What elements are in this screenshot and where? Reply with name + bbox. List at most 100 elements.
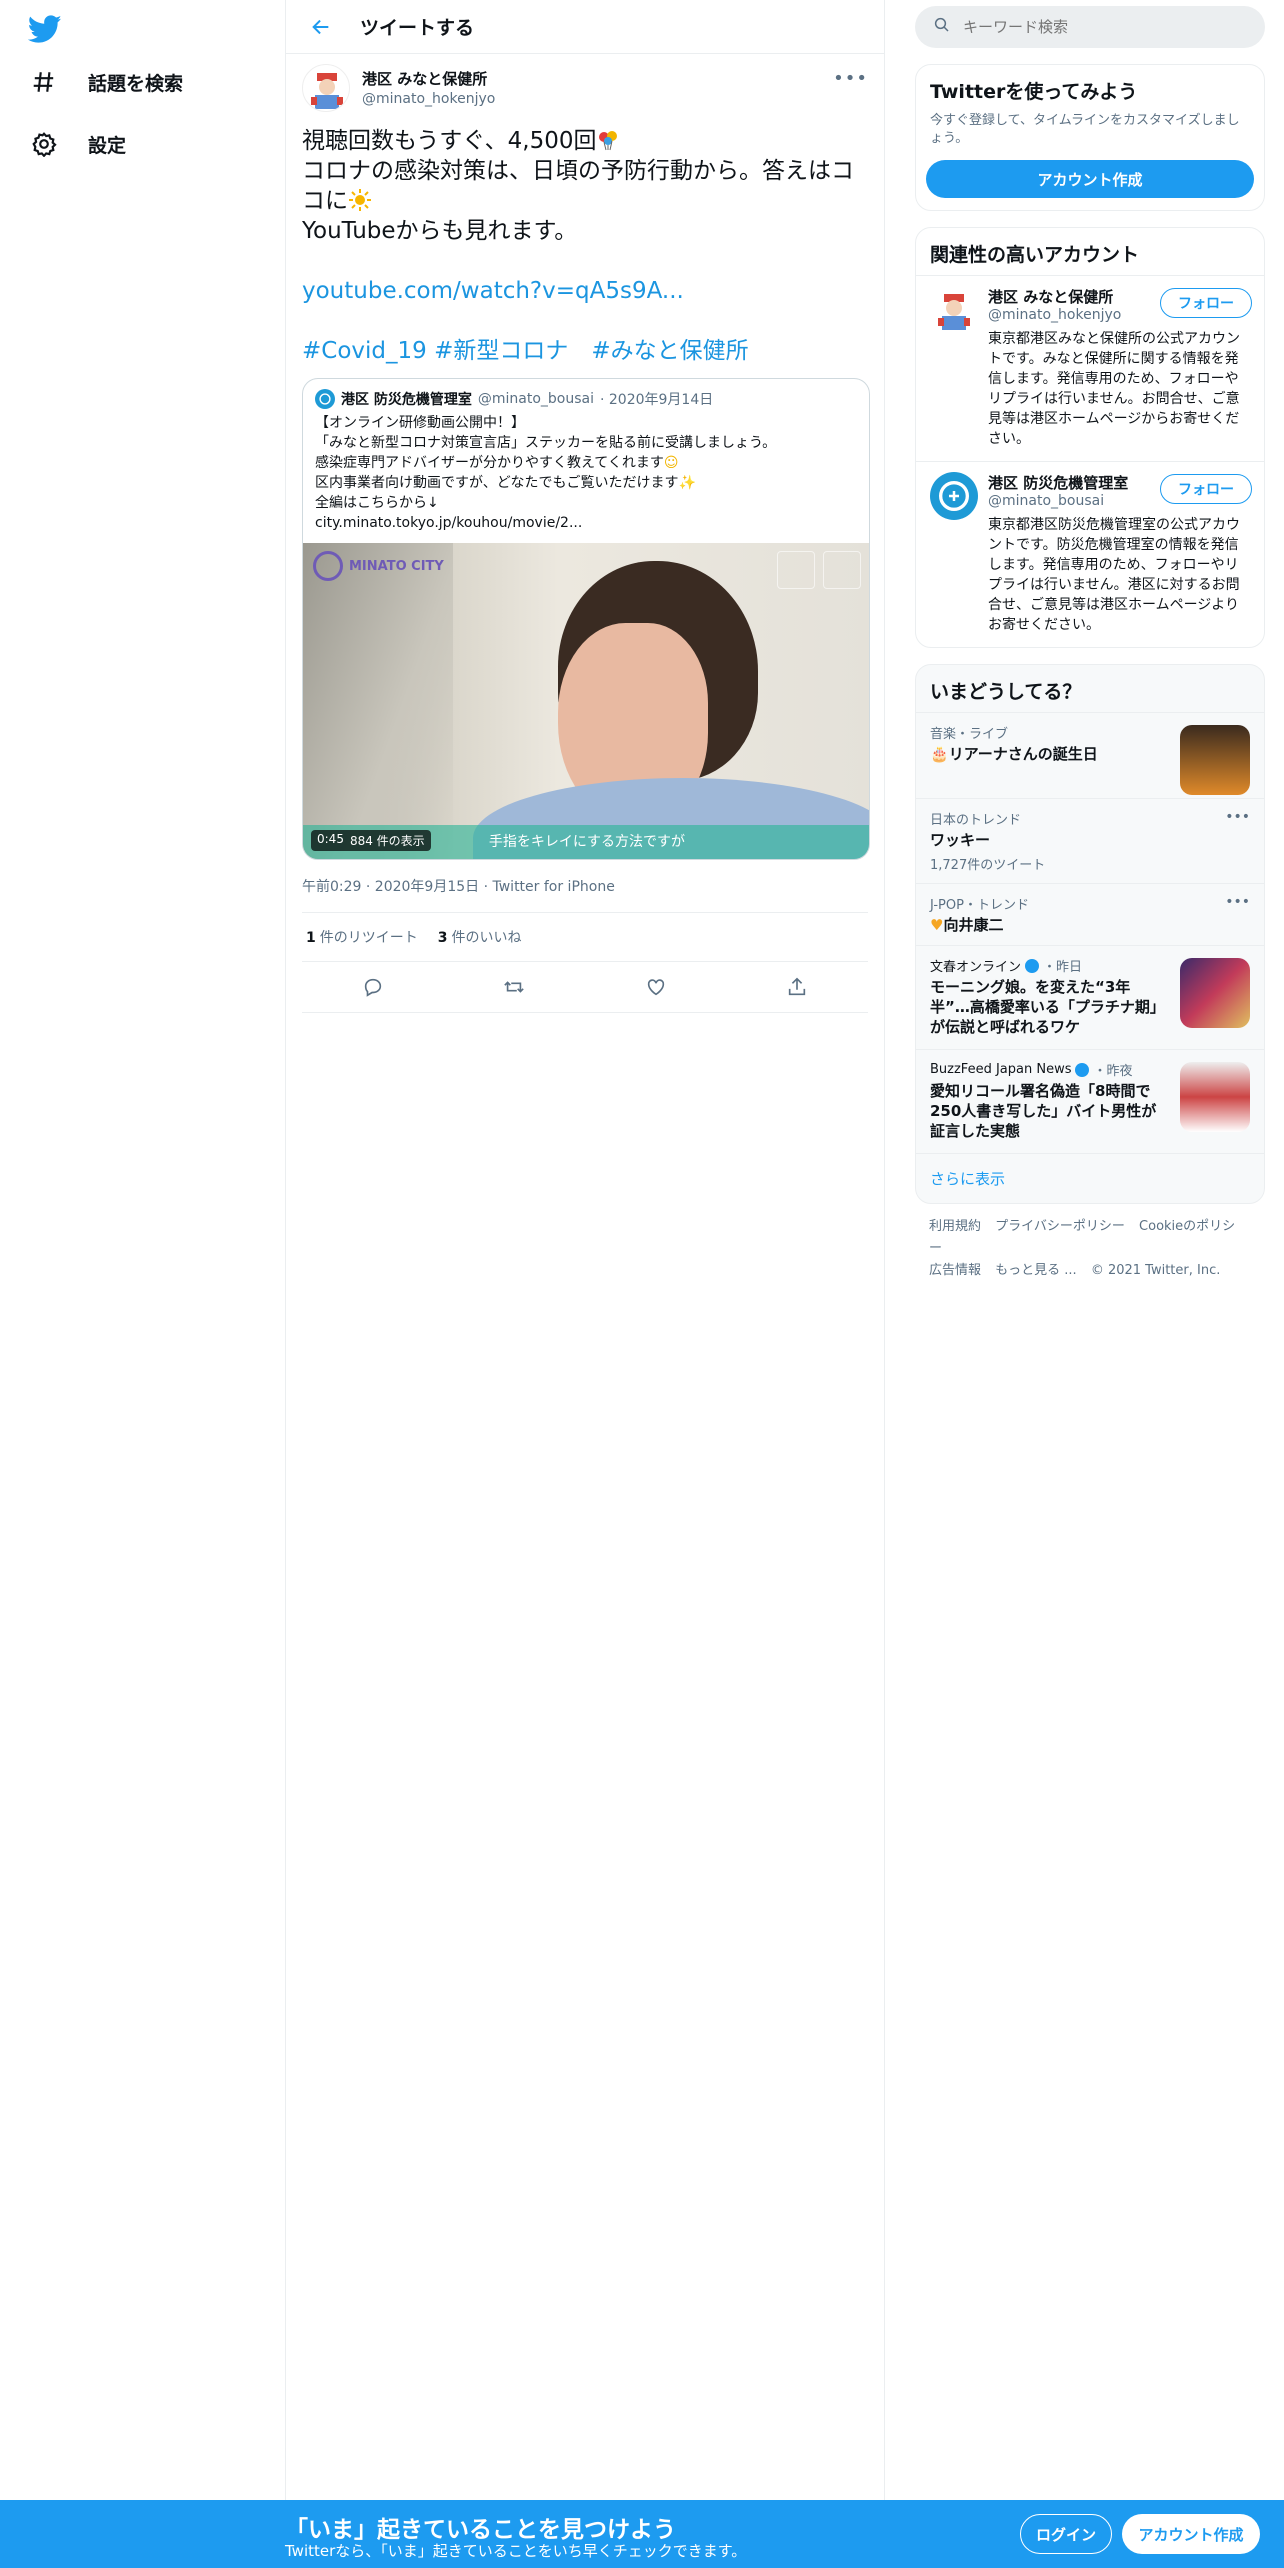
- follow-button[interactable]: フォロー: [1160, 288, 1252, 318]
- retweet-icon[interactable]: [496, 972, 532, 1002]
- login-button[interactable]: ログイン: [1020, 2514, 1112, 2554]
- balloon-emoji-icon: [596, 128, 620, 152]
- avatar[interactable]: [930, 472, 978, 520]
- footer-link[interactable]: 広告情報: [929, 1263, 981, 1278]
- news-source-name: BuzzFeed Japan News: [930, 1062, 1072, 1077]
- author-name[interactable]: 港区 みなと保健所: [362, 68, 495, 89]
- avatar[interactable]: [930, 286, 978, 334]
- trend-item[interactable]: 日本のトレンド ワッキー 1,727件のツイート •••: [916, 798, 1264, 883]
- signup-button[interactable]: アカウント作成: [1122, 2514, 1260, 2554]
- create-account-button[interactable]: アカウント作成: [926, 160, 1254, 198]
- video-player[interactable]: MINATO CITY 手指をキレイにする方法ですが 0:45 884 件の表示: [303, 543, 869, 859]
- hashtag-icon: [28, 66, 60, 98]
- like-stat[interactable]: 3 件のいいね: [438, 927, 522, 947]
- like-label: 件のいいね: [451, 930, 522, 946]
- youtube-link[interactable]: youtube.com/watch?v=qA5s9A...: [302, 276, 868, 306]
- quoted-tweet[interactable]: 港区 防災危機管理室 @minato_bousai · 2020年9月14日 【…: [302, 378, 870, 860]
- trend-category: 日本のトレンド: [930, 813, 1022, 828]
- back-arrow-icon[interactable]: [306, 12, 336, 42]
- heart-emoji-icon: ♥: [930, 916, 944, 934]
- cake-emoji-icon: 🎂: [930, 745, 949, 763]
- left-nav: 話題を検索 設定: [0, 0, 285, 2568]
- footer-link[interactable]: プライバシーポリシー: [995, 1219, 1125, 1234]
- hashtags[interactable]: #Covid_19 #新型コロナ #みなと保健所: [302, 336, 868, 366]
- trend-item[interactable]: 音楽・ライブ 🎂リアーナさんの誕生日: [916, 712, 1264, 798]
- news-source-name: 文春オンライン: [930, 960, 1022, 975]
- more-options-icon[interactable]: •••: [1225, 809, 1250, 825]
- retweet-label: 件のリツイート: [319, 930, 418, 946]
- trend-title: モーニング娘。を変えた“3年半”…高橋愛率いる「プラチナ期」が伝説と呼ばれるワケ: [930, 978, 1158, 1036]
- video-duration-badge: 0:45 884 件の表示: [311, 830, 431, 851]
- search-input[interactable]: [963, 18, 1223, 36]
- tweet-timestamp[interactable]: 午前0:29 · 2020年9月15日 · Twitter for iPhone: [302, 876, 868, 913]
- reply-icon[interactable]: [355, 972, 391, 1002]
- tweet-line: コロナの感染対策は、日頃の予防行動から。答えはコ: [302, 158, 854, 184]
- trends-panel: いまどうしてる？ 音楽・ライブ 🎂リアーナさんの誕生日 日本のトレンド ワッキー…: [915, 664, 1265, 1204]
- like-icon[interactable]: [638, 972, 674, 1002]
- news-time: ・昨日: [1043, 960, 1083, 975]
- share-icon[interactable]: [779, 972, 815, 1002]
- trends-title: いまどうしてる？: [930, 681, 1082, 703]
- avatar[interactable]: [302, 64, 350, 112]
- quote-date: · 2020年9月14日: [600, 392, 714, 408]
- search-box[interactable]: [915, 6, 1265, 48]
- show-more-link[interactable]: さらに表示: [916, 1153, 1264, 1203]
- trend-item[interactable]: BuzzFeed Japan News ・昨夜 愛知リコール署名偽造「8時間で25…: [916, 1049, 1264, 1153]
- signup-description: 今すぐ登録して、タイムラインをカスタマイズしましょう。: [930, 113, 1240, 146]
- smile-emoji-icon: ☺: [663, 455, 679, 471]
- quote-line: 「みなと新型コロナ対策宣言店」ステッカーを貼る前に受講しましょう。: [315, 435, 777, 451]
- quote-line: 感染症専門アドバイザーが分かりやすく教えてくれます☺: [315, 453, 857, 473]
- nav-settings[interactable]: 設定: [28, 128, 126, 160]
- like-count: 3: [437, 930, 448, 946]
- quote-text: 【オンライン研修動画公開中！】 「みなと新型コロナ対策宣言店」ステッカーを貼る前…: [303, 409, 869, 543]
- account-bio: 東京都港区防災危機管理室の公式アカウントです。防災危機管理室の情報を発信します。…: [988, 517, 1240, 633]
- trend-title: ワッキー: [930, 831, 991, 849]
- tweet-actions: [302, 962, 868, 1013]
- footer-link[interactable]: もっと見る ...: [995, 1263, 1077, 1278]
- quote-line: city.minato.tokyo.jp/kouhou/movie/2...: [315, 515, 583, 531]
- related-accounts-panel: 関連性の高いアカウント 港区 みなと保健所 @minato_hokenjyo 東…: [915, 227, 1265, 648]
- footer-link[interactable]: 利用規約: [929, 1219, 981, 1234]
- related-title: 関連性の高いアカウント: [930, 244, 1140, 266]
- trend-item[interactable]: J-POP・トレンド ♥向井康二 •••: [916, 883, 1264, 945]
- banner-title: 「いま」起きていることを見つけよう: [285, 2517, 676, 2543]
- copyright: © 2021 Twitter, Inc.: [1090, 1263, 1221, 1278]
- footer-links: 利用規約 プライバシーポリシー Cookieのポリシー 広告情報 もっと見る .…: [915, 1204, 1265, 1294]
- twitter-logo-icon[interactable]: [27, 12, 62, 46]
- trend-item[interactable]: 文春オンライン ・昨日 モーニング娘。を変えた“3年半”…高橋愛率いる「プラチナ期…: [916, 945, 1264, 1049]
- tweet-line: 視聴回数もうすぐ、4,500回: [302, 126, 868, 156]
- verified-badge-icon: [1025, 958, 1040, 973]
- tweet-line: YouTubeからも見れます。: [302, 218, 578, 244]
- verified-badge-icon: [1075, 1062, 1090, 1077]
- signup-banner: 「いま」起きていることを見つけよう Twitterなら、「いま」起きていることを…: [0, 2500, 1284, 2568]
- more-options-icon[interactable]: •••: [1225, 894, 1250, 910]
- hand-icon: [777, 551, 815, 589]
- signup-title: Twitterを使ってみよう: [930, 81, 1138, 103]
- quote-line: 区内事業者向け動画ですが、どなたでもご覧いただけます✨: [315, 473, 857, 493]
- tweet-detail: 港区 みなと保健所 @minato_hokenjyo ••• 視聴回数もうすぐ、…: [286, 54, 884, 1013]
- nav-explore[interactable]: 話題を検索: [28, 66, 183, 98]
- retweet-count: 1: [306, 930, 316, 946]
- follow-button[interactable]: フォロー: [1160, 474, 1252, 504]
- trend-category: J-POP・トレンド: [930, 898, 1029, 913]
- sparkles-emoji-icon: ✨: [678, 475, 696, 491]
- video-overlay-icons: [777, 551, 861, 589]
- more-options-icon[interactable]: •••: [833, 68, 868, 89]
- quote-author-handle: @minato_bousai: [477, 391, 594, 407]
- main-column: ツイートする 港区 みなと保健所 @minato_hokenjyo ••• 視聴…: [285, 0, 885, 2568]
- retweet-stat[interactable]: 1 件のリツイート: [306, 927, 418, 947]
- gear-icon: [28, 128, 60, 160]
- trend-count: 1,727件のツイート: [930, 858, 1046, 873]
- banner-subtitle: Twitterなら、「いま」起きていることをいち早くチェックできます。: [285, 2542, 747, 2560]
- author-handle[interactable]: @minato_hokenjyo: [362, 91, 495, 107]
- quote-header: 港区 防災危機管理室 @minato_bousai · 2020年9月14日: [303, 379, 869, 409]
- related-account[interactable]: 港区 みなと保健所 @minato_hokenjyo 東京都港区みなと保健所の公…: [916, 275, 1264, 461]
- tweet-line-text: コに: [302, 188, 348, 214]
- related-account[interactable]: 港区 防災危機管理室 @minato_bousai 東京都港区防災危機管理室の公…: [916, 461, 1264, 647]
- minato-city-logo: MINATO CITY: [313, 551, 444, 581]
- right-sidebar: Twitterを使ってみよう 今すぐ登録して、タイムラインをカスタマイズしましょ…: [915, 0, 1265, 1294]
- trend-thumbnail: [1180, 725, 1250, 795]
- trend-thumbnail: [1180, 958, 1250, 1028]
